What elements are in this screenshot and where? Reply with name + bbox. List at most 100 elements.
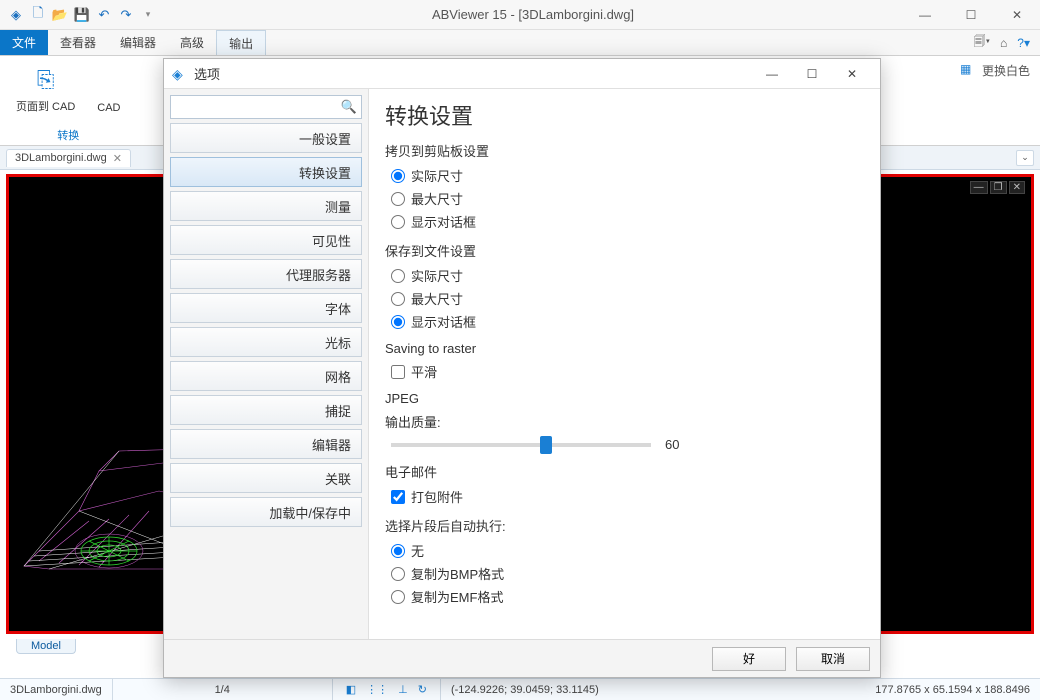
savefile-radio-dialog[interactable] (391, 315, 405, 329)
convert-group-label: 转换 (57, 127, 79, 143)
savefile-label-actual: 实际尺寸 (411, 266, 463, 285)
afterselect-radio-none[interactable] (391, 544, 405, 558)
savefile-option-actual[interactable]: 实际尺寸 (391, 266, 864, 285)
document-tab-label: 3DLamborgini.dwg (15, 152, 107, 164)
savefile-radio-actual[interactable] (391, 269, 405, 283)
new-icon[interactable]: 🗋 (30, 7, 46, 23)
category-proxy[interactable]: 代理服务器 (170, 259, 362, 289)
savefile-option-dialog[interactable]: 显示对话框 (391, 312, 864, 331)
search-icon[interactable]: 🔍 (341, 99, 357, 115)
minimize-button[interactable]: — (902, 0, 948, 30)
status-file: 3DLamborgini.dwg (0, 679, 113, 700)
dialog-minimize-button[interactable]: — (752, 60, 792, 88)
category-font[interactable]: 字体 (170, 293, 362, 323)
category-visibility[interactable]: 可见性 (170, 225, 362, 255)
dialog-titlebar: ◈ 选项 — ☐ ✕ (164, 59, 880, 89)
dialog-close-button[interactable]: ✕ (832, 60, 872, 88)
close-button[interactable]: ✕ (994, 0, 1040, 30)
model-tab[interactable]: Model (16, 639, 76, 654)
document-tab-close-icon[interactable]: ✕ (113, 152, 122, 165)
status-bar: 3DLamborgini.dwg 1/4 ◧ ⋮⋮ ⊥ ↻ (-124.9226… (0, 678, 1040, 700)
afterselect-label-emf: 复制为EMF格式 (411, 587, 503, 606)
raster-smooth-label: 平滑 (411, 362, 437, 381)
tab-advanced[interactable]: 高级 (168, 30, 216, 55)
replace-white-icon: ▦ (960, 62, 976, 78)
clipboard-label-actual: 实际尺寸 (411, 166, 463, 185)
clipboard-radio-max[interactable] (391, 192, 405, 206)
dialog-maximize-button[interactable]: ☐ (792, 60, 832, 88)
page-to-cad-button[interactable]: ⎘ 页面到 CAD (10, 60, 81, 118)
afterselect-option-bmp[interactable]: 复制为BMP格式 (391, 564, 864, 583)
category-editor[interactable]: 编辑器 (170, 429, 362, 459)
email-pack-checkbox[interactable] (391, 490, 405, 504)
email-pack-option[interactable]: 打包附件 (391, 487, 864, 506)
raster-smooth-checkbox[interactable] (391, 365, 405, 379)
clipboard-option-max[interactable]: 最大尺寸 (391, 189, 864, 208)
status-page-text: 1/4 (215, 684, 230, 696)
clipboard-radio-dialog[interactable] (391, 215, 405, 229)
cad-button[interactable]: CAD (91, 60, 126, 118)
cancel-button[interactable]: 取消 (796, 647, 870, 671)
quick-access-toolbar: ◈ 🗋 📂 💾 ↶ ↷ ▾ (0, 7, 164, 23)
clipboard-option-dialog[interactable]: 显示对话框 (391, 212, 864, 231)
open-icon[interactable]: 📂 (52, 7, 68, 23)
afterselect-heading: 选择片段后自动执行: (385, 516, 864, 535)
ok-button[interactable]: 好 (712, 647, 786, 671)
status-icon-4[interactable]: ↻ (418, 683, 427, 696)
save-icon[interactable]: 💾 (74, 7, 90, 23)
dialog-title: 选项 (194, 64, 220, 83)
tab-editor[interactable]: 编辑器 (108, 30, 168, 55)
replace-white-label[interactable]: 更换白色 (982, 62, 1030, 79)
canvas-close-icon[interactable]: ✕ (1009, 181, 1025, 194)
clipboard-heading: 拷贝到剪贴板设置 (385, 141, 864, 160)
tab-file[interactable]: 文件 (0, 30, 48, 55)
jpeg-quality-row: 60 (391, 437, 864, 452)
clipboard-option-actual[interactable]: 实际尺寸 (391, 166, 864, 185)
canvas-max-icon[interactable]: ❐ (990, 181, 1007, 194)
ribbon-right-icons: 🗐▾ ⌂ ?▾ (974, 30, 1040, 55)
dialog-search[interactable]: 🔍 (170, 95, 362, 119)
clipboard-radio-actual[interactable] (391, 169, 405, 183)
status-icon-3[interactable]: ⊥ (398, 683, 408, 696)
status-icon-2[interactable]: ⋮⋮ (366, 683, 388, 696)
status-icon-1[interactable]: ◧ (346, 683, 356, 696)
dialog-search-input[interactable] (175, 100, 341, 114)
afterselect-radio-emf[interactable] (391, 590, 405, 604)
savefile-option-max[interactable]: 最大尺寸 (391, 289, 864, 308)
afterselect-option-emf[interactable]: 复制为EMF格式 (391, 587, 864, 606)
canvas-min-icon[interactable]: — (970, 181, 988, 194)
document-tab[interactable]: 3DLamborgini.dwg ✕ (6, 149, 131, 167)
raster-smooth-option[interactable]: 平滑 (391, 362, 864, 381)
category-assoc[interactable]: 关联 (170, 463, 362, 493)
status-coords-text: (-124.9226; 39.0459; 33.1145) (451, 684, 599, 696)
home-icon[interactable]: ⌂ (1000, 36, 1007, 50)
raster-heading: Saving to raster (385, 341, 864, 356)
dialog-sidebar: 🔍 一般设置 转换设置 测量 可见性 代理服务器 字体 光标 网格 捕捉 编辑器… (164, 89, 368, 639)
options-dialog: ◈ 选项 — ☐ ✕ 🔍 一般设置 转换设置 测量 可见性 代理服务器 字体 光… (163, 58, 881, 678)
document-tab-dropdown[interactable]: ⌄ (1016, 150, 1034, 166)
afterselect-option-none[interactable]: 无 (391, 541, 864, 560)
category-general[interactable]: 一般设置 (170, 123, 362, 153)
qat-more-icon[interactable]: ▾ (140, 7, 156, 23)
category-grid[interactable]: 网格 (170, 361, 362, 391)
window-title: ABViewer 15 - [3DLamborgini.dwg] (164, 7, 902, 22)
help-icon[interactable]: ?▾ (1017, 36, 1030, 50)
tab-viewer[interactable]: 查看器 (48, 30, 108, 55)
category-measure[interactable]: 测量 (170, 191, 362, 221)
category-cursor[interactable]: 光标 (170, 327, 362, 357)
savefile-radio-max[interactable] (391, 292, 405, 306)
jpeg-quality-slider[interactable] (391, 443, 651, 447)
category-loadsave[interactable]: 加载中/保存中 (170, 497, 362, 527)
dialog-icon: ◈ (172, 66, 188, 82)
window-controls: — ☐ ✕ (902, 0, 1040, 30)
tab-output[interactable]: 输出 (216, 30, 266, 55)
afterselect-radio-bmp[interactable] (391, 567, 405, 581)
undo-icon[interactable]: ↶ (96, 7, 112, 23)
page-to-cad-icon: ⎘ (30, 64, 62, 96)
category-convert[interactable]: 转换设置 (170, 157, 362, 187)
maximize-button[interactable]: ☐ (948, 0, 994, 30)
category-snap[interactable]: 捕捉 (170, 395, 362, 425)
ribbon-tabs: 文件 查看器 编辑器 高级 输出 🗐▾ ⌂ ?▾ (0, 30, 1040, 56)
doc-dropdown-icon[interactable]: 🗐▾ (974, 32, 990, 53)
redo-icon[interactable]: ↷ (118, 7, 134, 23)
